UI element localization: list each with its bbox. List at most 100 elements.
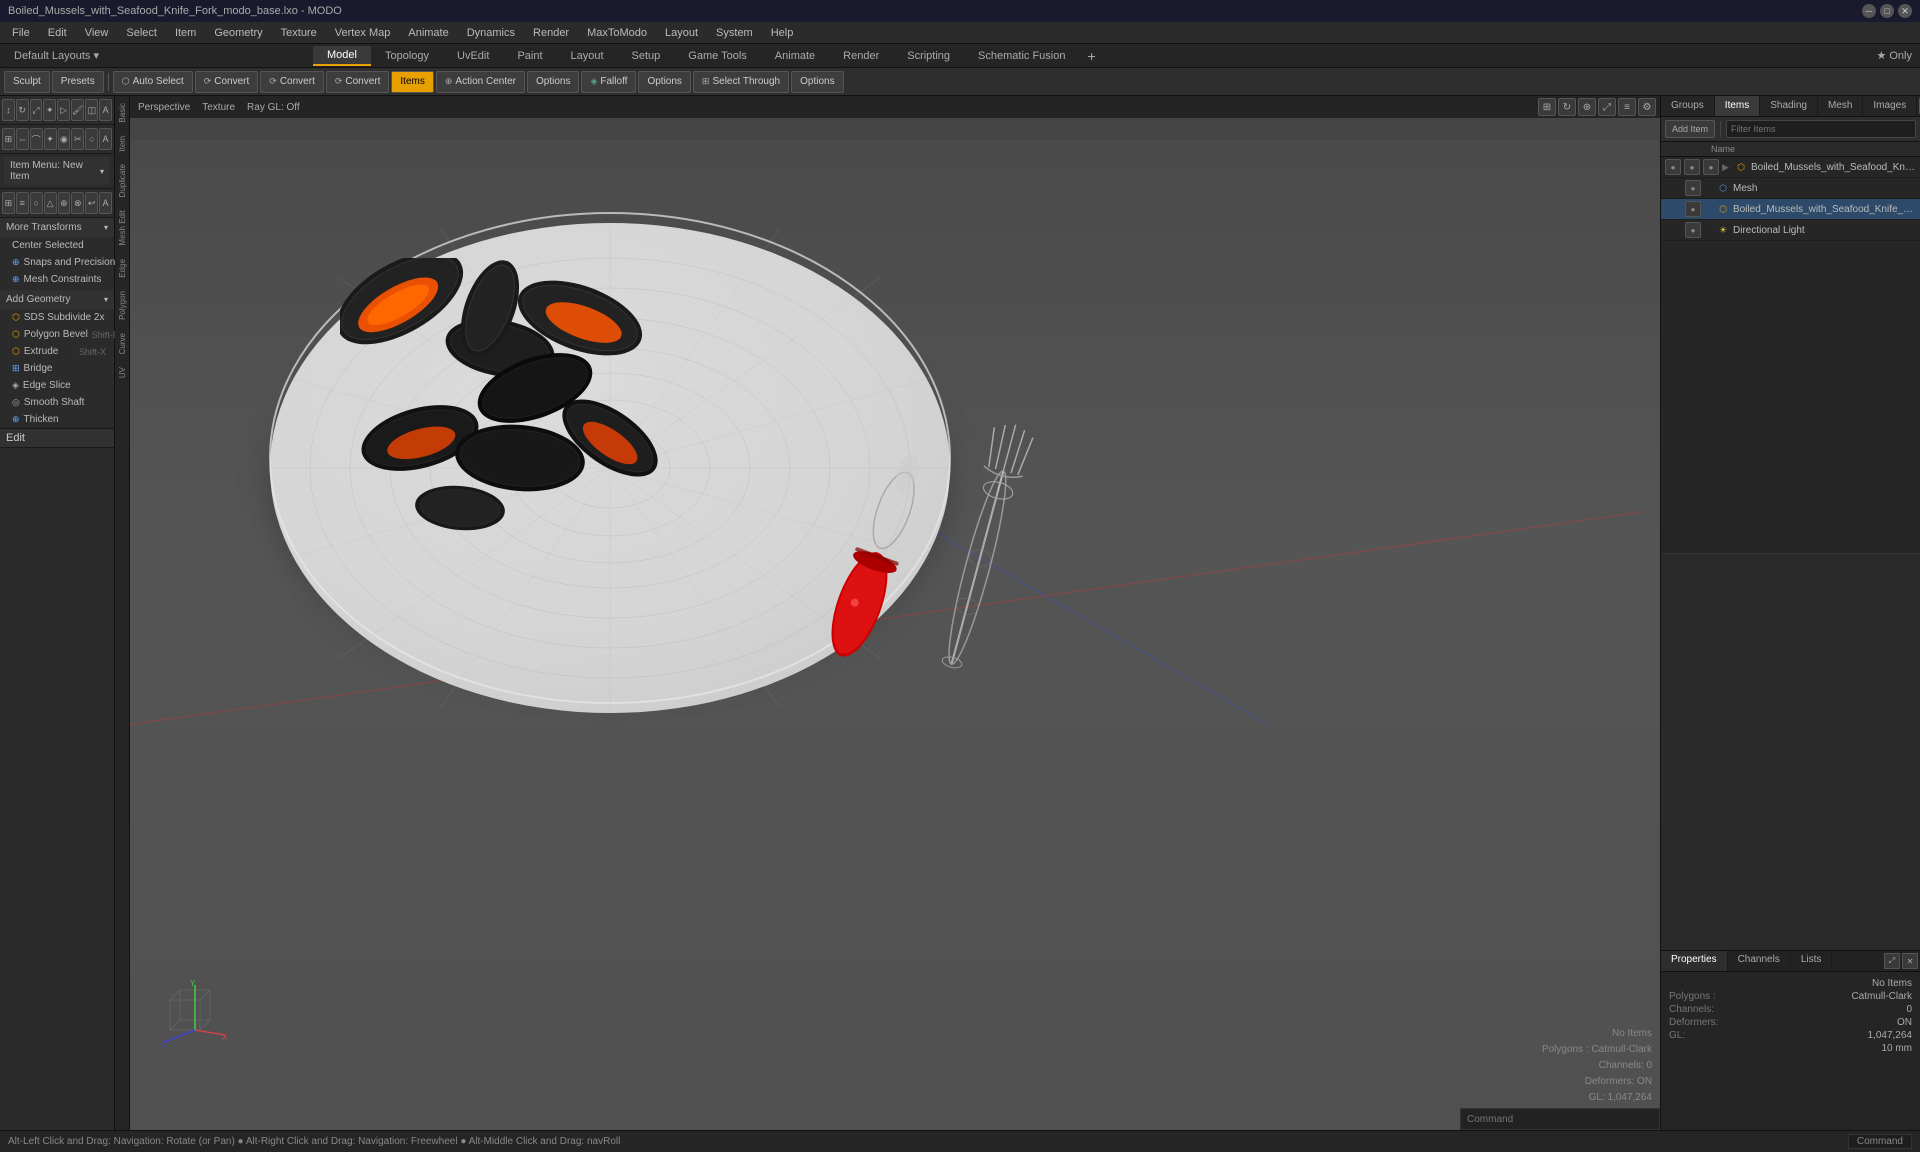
- menu-geometry[interactable]: Geometry: [206, 25, 270, 41]
- menu-select[interactable]: Select: [118, 25, 165, 41]
- tab-topology[interactable]: Topology: [371, 47, 443, 65]
- center-selected-button[interactable]: Center Selected: [0, 237, 114, 254]
- maximize-button[interactable]: □: [1880, 4, 1894, 18]
- bend-tool-button[interactable]: ⌒: [30, 128, 43, 150]
- command-placeholder[interactable]: Command: [1848, 1134, 1912, 1149]
- convert-button-2[interactable]: ⟳ Convert: [260, 71, 324, 93]
- snaps-precision-button[interactable]: ⊕ Snaps and Precision: [0, 254, 114, 271]
- edge-slice-button[interactable]: ◈ Edge Slice: [0, 377, 114, 394]
- menu-animate[interactable]: Animate: [400, 25, 456, 41]
- vp-ctrl-6[interactable]: ⚙: [1638, 98, 1656, 116]
- menu-vertex-map[interactable]: Vertex Map: [327, 25, 399, 41]
- rt-tab-shading[interactable]: Shading: [1760, 96, 1818, 116]
- circle-view-button[interactable]: ○: [30, 192, 43, 214]
- arrow-button[interactable]: A: [99, 192, 112, 214]
- options-button-1[interactable]: Options: [527, 71, 579, 93]
- tab-game-tools[interactable]: Game Tools: [674, 47, 761, 65]
- menu-edit[interactable]: Edit: [40, 25, 75, 41]
- side-tab-edge[interactable]: Edge: [116, 252, 129, 284]
- side-tab-basic[interactable]: Basic: [116, 96, 129, 129]
- menu-item[interactable]: Item: [167, 25, 204, 41]
- side-tab-uv[interactable]: UV: [116, 360, 129, 384]
- rb-close-button[interactable]: ✕: [1902, 953, 1918, 969]
- tab-model-main[interactable]: Model: [313, 46, 371, 66]
- vp-ctrl-5[interactable]: ≡: [1618, 98, 1636, 116]
- tab-uvedit[interactable]: UvEdit: [443, 47, 503, 65]
- transform-tool-button[interactable]: ✦: [43, 99, 56, 121]
- measure-tool-button[interactable]: ◫: [85, 99, 98, 121]
- extra-tool-button[interactable]: A: [99, 128, 112, 150]
- tree-vis-root3[interactable]: ●: [1703, 159, 1719, 175]
- scale-tool-button[interactable]: ⤢: [30, 99, 43, 121]
- vp-ctrl-1[interactable]: ⊞: [1538, 98, 1556, 116]
- tab-paint[interactable]: Paint: [503, 47, 556, 65]
- sds-subdivide-button[interactable]: ⬡ SDS Subdivide 2x: [0, 309, 114, 326]
- options-button-3[interactable]: Options: [791, 71, 843, 93]
- menu-texture[interactable]: Texture: [273, 25, 325, 41]
- items-button[interactable]: Items: [391, 71, 433, 93]
- move-tool-button[interactable]: ↕: [2, 99, 15, 121]
- history-button[interactable]: ↩: [85, 192, 98, 214]
- list-view-button[interactable]: ≡: [16, 192, 29, 214]
- tab-add[interactable]: +: [1079, 48, 1103, 64]
- action-center-button[interactable]: ⊕ Action Center: [436, 71, 525, 93]
- tree-vis-root2[interactable]: ●: [1684, 159, 1700, 175]
- convert-button-1[interactable]: ⟳ Convert: [195, 71, 259, 93]
- text-tool-button[interactable]: A: [99, 99, 112, 121]
- tree-item-mesh[interactable]: ● ⬡ Mesh: [1661, 178, 1920, 199]
- triangle-view-button[interactable]: △: [44, 192, 57, 214]
- presets-button[interactable]: Presets: [52, 71, 104, 93]
- auto-select-button[interactable]: ⬡ Auto Select: [113, 71, 193, 93]
- close-button[interactable]: ✕: [1898, 4, 1912, 18]
- tree-item-root[interactable]: ● ● ● ▶ ⬡ Boiled_Mussels_with_Seafood_Kn…: [1661, 157, 1920, 178]
- rotate-tool-button[interactable]: ↻: [16, 99, 29, 121]
- polygon-bevel-button[interactable]: ⬡ Polygon Bevel Shift-B: [0, 326, 114, 343]
- side-tab-item[interactable]: Item: [116, 129, 129, 158]
- scene-3d[interactable]: X Y Z No Items Polygons : Catmull-Clark …: [130, 118, 1660, 1130]
- grid-view-button[interactable]: ⊞: [2, 192, 15, 214]
- vp-ctrl-4[interactable]: ⤢: [1598, 98, 1616, 116]
- menu-help[interactable]: Help: [763, 25, 802, 41]
- tree-vis-full-mesh[interactable]: ●: [1685, 201, 1701, 217]
- rb-tab-channels[interactable]: Channels: [1728, 951, 1791, 971]
- rb-tab-lists[interactable]: Lists: [1791, 951, 1833, 971]
- bridge-button[interactable]: ⊞ Bridge: [0, 360, 114, 377]
- duplicate-button[interactable]: ⊕: [58, 192, 71, 214]
- options-button-2[interactable]: Options: [638, 71, 690, 93]
- paint-tool-button[interactable]: 🖌: [71, 99, 84, 121]
- tab-model[interactable]: Default Layouts ▾: [0, 44, 113, 67]
- menu-dynamics[interactable]: Dynamics: [459, 25, 523, 41]
- side-tab-polygon[interactable]: Polygon: [116, 284, 129, 326]
- menu-maxtomodo[interactable]: MaxToModo: [579, 25, 655, 41]
- more-transforms-header[interactable]: More Transforms ▾: [0, 218, 114, 237]
- rt-tab-groups[interactable]: Groups: [1661, 96, 1715, 116]
- menu-layout[interactable]: Layout: [657, 25, 706, 41]
- tab-setup[interactable]: Setup: [618, 47, 675, 65]
- side-tab-mesh-edit[interactable]: Mesh Edit: [116, 203, 129, 252]
- vp-ctrl-3[interactable]: ⊕: [1578, 98, 1596, 116]
- add-geometry-header[interactable]: Add Geometry ▾: [0, 290, 114, 309]
- thicken-button[interactable]: ⊕ Thicken: [0, 411, 114, 428]
- side-tab-curve[interactable]: Curve: [116, 326, 129, 360]
- menu-view[interactable]: View: [77, 25, 117, 41]
- rt-tab-mesh[interactable]: Mesh: [1818, 96, 1863, 116]
- tab-render[interactable]: Render: [829, 47, 893, 65]
- minimize-button[interactable]: ─: [1862, 4, 1876, 18]
- rb-tab-properties[interactable]: Properties: [1661, 951, 1728, 971]
- smooth-shaft-button[interactable]: ◎ Smooth Shaft: [0, 394, 114, 411]
- rb-expand-button[interactable]: ⤢: [1884, 953, 1900, 969]
- tree-item-light[interactable]: ● ☀ Directional Light: [1661, 220, 1920, 241]
- select-tool-button[interactable]: ▷: [57, 99, 70, 121]
- side-tab-duplicate[interactable]: Duplicate: [116, 157, 129, 203]
- mesh-constraints-button[interactable]: ⊕ Mesh Constraints: [0, 271, 114, 288]
- rt-tab-images[interactable]: Images: [1863, 96, 1917, 116]
- rt-tab-items[interactable]: Items: [1715, 96, 1760, 116]
- convert-button-3[interactable]: ⟳ Convert: [326, 71, 390, 93]
- menu-render[interactable]: Render: [525, 25, 577, 41]
- tree-vis-light[interactable]: ●: [1685, 222, 1701, 238]
- item-menu-button[interactable]: Item Menu: New Item ▾: [4, 157, 110, 185]
- extrude-button[interactable]: ⬡ Extrude Shift-X: [0, 343, 114, 360]
- snap-tool-button[interactable]: ⊞: [2, 128, 15, 150]
- twist-tool-button[interactable]: ✦: [44, 128, 57, 150]
- command-input[interactable]: [1467, 1114, 1653, 1125]
